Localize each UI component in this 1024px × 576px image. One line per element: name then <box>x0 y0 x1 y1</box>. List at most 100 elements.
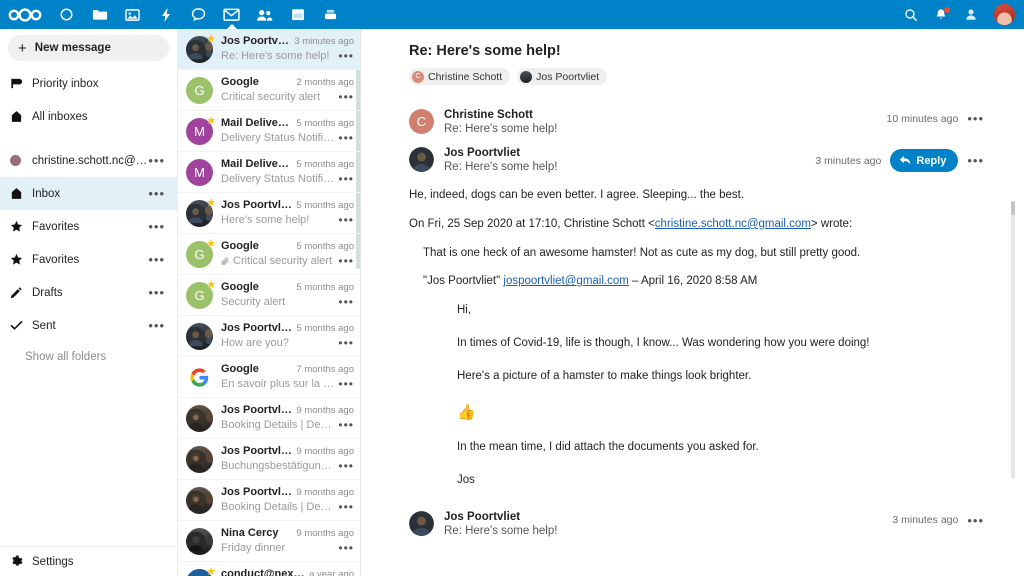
new-message-label: New message <box>35 42 111 54</box>
message-menu[interactable]: ••• <box>967 153 984 168</box>
search-icon[interactable] <box>904 8 918 22</box>
nav-dashboard[interactable] <box>50 0 83 29</box>
star-icon <box>10 220 32 233</box>
sender-avatar: G★ <box>186 282 213 309</box>
message-list-item[interactable]: Nina Cercy9 months agoFriday dinner••• <box>178 521 360 562</box>
message-list-item[interactable]: Jos Poortvliet9 months agoBuchungsbestät… <box>178 439 360 480</box>
message-list-item[interactable]: ★Jos Poortvliet5 months agoHere's some h… <box>178 193 360 234</box>
message-list-item[interactable]: M★Mail Delivery Subsystem5 months agoDel… <box>178 111 360 152</box>
email-link-jos[interactable]: jospoortvliet@gmail.com <box>503 275 628 287</box>
sidebar-item-menu[interactable]: ••• <box>148 252 169 267</box>
message-item-menu[interactable]: ••• <box>338 295 354 309</box>
message-subject: Critical security alert <box>221 91 334 103</box>
message-list-item[interactable]: ★Jos Poortvliet3 minutes agoRe: Here's s… <box>178 29 360 70</box>
message-item-bottom: Here's some help!••• <box>221 213 354 227</box>
message-list-item[interactable]: Jos Poortvliet9 months agoBooking Detail… <box>178 480 360 521</box>
message-list-item[interactable]: Jos Poortvliet5 months agoHow are you?••… <box>178 316 360 357</box>
message-item-menu[interactable]: ••• <box>338 49 354 63</box>
message-menu[interactable]: ••• <box>967 513 984 528</box>
bell-icon[interactable] <box>934 8 948 22</box>
email-link-christine[interactable]: christine.schott.nc@gmail.com <box>655 218 811 230</box>
sidebar-item-favorites-1[interactable]: Favorites ••• <box>0 210 177 243</box>
nav-calendar[interactable] <box>281 0 314 29</box>
message-list-item[interactable]: G★Google5 months agoSecurity alert••• <box>178 275 360 316</box>
message-item-menu[interactable]: ••• <box>338 418 354 432</box>
contacts-icon <box>256 8 273 22</box>
message-list-item[interactable]: Google7 months agoEn savoir plus sur la … <box>178 357 360 398</box>
message-sender: Google <box>221 240 292 252</box>
thread-message-expanded[interactable]: Jos Poortvliet Re: Here's some help! 3 m… <box>409 141 984 179</box>
nav-mail[interactable] <box>215 0 248 29</box>
nav-files[interactable] <box>83 0 116 29</box>
message-item-top: Jos Poortvliet5 months ago <box>221 199 354 211</box>
message-item-menu[interactable]: ••• <box>338 131 354 145</box>
sidebar-item-favorites-2[interactable]: Favorites ••• <box>0 243 177 276</box>
gear-icon <box>10 555 32 568</box>
participant-chip-jos[interactable]: Jos Poortvliet <box>517 68 607 85</box>
sidebar-item-priority-inbox[interactable]: Priority inbox <box>0 67 177 100</box>
show-all-folders-button[interactable]: Show all folders <box>0 342 177 372</box>
contacts-menu-icon[interactable] <box>964 8 978 21</box>
message-meta: 3 minutes ago ••• <box>892 511 984 528</box>
message-sender: Jos Poortvliet <box>444 147 815 159</box>
message-item-menu[interactable]: ••• <box>338 213 354 227</box>
message-list[interactable]: ★Jos Poortvliet3 minutes agoRe: Here's s… <box>178 29 361 576</box>
sidebar-item-sent[interactable]: Sent ••• <box>0 309 177 342</box>
message-list-item[interactable]: MMail Delivery Subsystem5 months agoDeli… <box>178 152 360 193</box>
message-item-top: Jos Poortvliet9 months ago <box>221 486 354 498</box>
message-menu[interactable]: ••• <box>967 111 984 126</box>
nav-activity[interactable] <box>149 0 182 29</box>
message-sender: Jos Poortvliet <box>221 35 290 47</box>
message-item-menu[interactable]: ••• <box>338 254 354 268</box>
sidebar-item-account[interactable]: christine.schott.nc@gmail.com ••• <box>0 144 177 177</box>
message-time: 5 months ago <box>296 282 354 293</box>
message-subject: Friday dinner <box>221 542 334 554</box>
message-list-item[interactable]: ★conduct@nextcloud.coma year ago••• <box>178 562 360 576</box>
sidebar-item-drafts[interactable]: Drafts ••• <box>0 276 177 309</box>
message-item-menu[interactable]: ••• <box>338 541 354 555</box>
thread-message-collapsed[interactable]: C Christine Schott Re: Here's some help!… <box>409 103 984 141</box>
message-list-item[interactable]: Jos Poortvliet9 months agoBooking Detail… <box>178 398 360 439</box>
pencil-icon <box>10 286 32 299</box>
sender-avatar <box>186 364 213 391</box>
message-item-bottom: Critical security alert ••• <box>221 90 354 104</box>
thread-participants: C Christine Schott Jos Poortvliet <box>409 68 984 85</box>
settings-button[interactable]: Settings <box>0 546 177 576</box>
message-item-bottom: Friday dinner ••• <box>221 541 354 555</box>
message-pane: Re: Here's some help! C Christine Schott… <box>361 29 1024 576</box>
message-item-menu[interactable]: ••• <box>338 172 354 186</box>
sidebar-item-menu[interactable]: ••• <box>148 186 169 201</box>
message-list-item[interactable]: GGoogle2 months agoCritical security ale… <box>178 70 360 111</box>
message-list-item[interactable]: G★Google5 months agoCritical security al… <box>178 234 360 275</box>
new-message-button[interactable]: + New message <box>8 35 169 61</box>
folder-icon <box>92 7 108 22</box>
reply-button[interactable]: Reply <box>890 149 958 172</box>
sidebar-item-inbox[interactable]: Inbox ••• <box>0 177 177 210</box>
nav-photos[interactable] <box>116 0 149 29</box>
thread-message-collapsed-2[interactable]: Jos Poortvliet Re: Here's some help! 3 m… <box>409 505 984 543</box>
sender-avatar: M★ <box>186 118 213 145</box>
sidebar-item-menu[interactable]: ••• <box>148 219 169 234</box>
message-body-scrollbar[interactable] <box>1011 201 1015 479</box>
sidebar-item-menu[interactable]: ••• <box>148 285 169 300</box>
message-item-menu[interactable]: ••• <box>338 90 354 104</box>
sidebar-label: Priority inbox <box>32 78 169 90</box>
message-item-menu[interactable]: ••• <box>338 459 354 473</box>
sidebar-item-all-inboxes[interactable]: All inboxes <box>0 100 177 133</box>
sidebar-item-menu[interactable]: ••• <box>148 153 169 168</box>
avatar <box>409 511 434 536</box>
participant-chip-christine[interactable]: C Christine Schott <box>409 68 510 85</box>
user-avatar[interactable] <box>994 4 1015 25</box>
message-item-top: Mail Delivery Subsystem5 months ago <box>221 158 354 170</box>
nav-deck[interactable] <box>314 0 347 29</box>
nav-contacts[interactable] <box>248 0 281 29</box>
sidebar-item-menu[interactable]: ••• <box>148 318 169 333</box>
message-item-menu[interactable]: ••• <box>338 500 354 514</box>
message-item-menu[interactable]: ••• <box>338 336 354 350</box>
nextcloud-logo[interactable] <box>0 7 50 23</box>
nav-talk[interactable] <box>182 0 215 29</box>
quote-attribution: On Fri, 25 Sep 2020 at 17:10, Christine … <box>409 216 984 234</box>
message-subject: Delivery Status Notification (F... <box>221 132 334 144</box>
attachment-icon <box>221 257 230 266</box>
message-item-menu[interactable]: ••• <box>338 377 354 391</box>
